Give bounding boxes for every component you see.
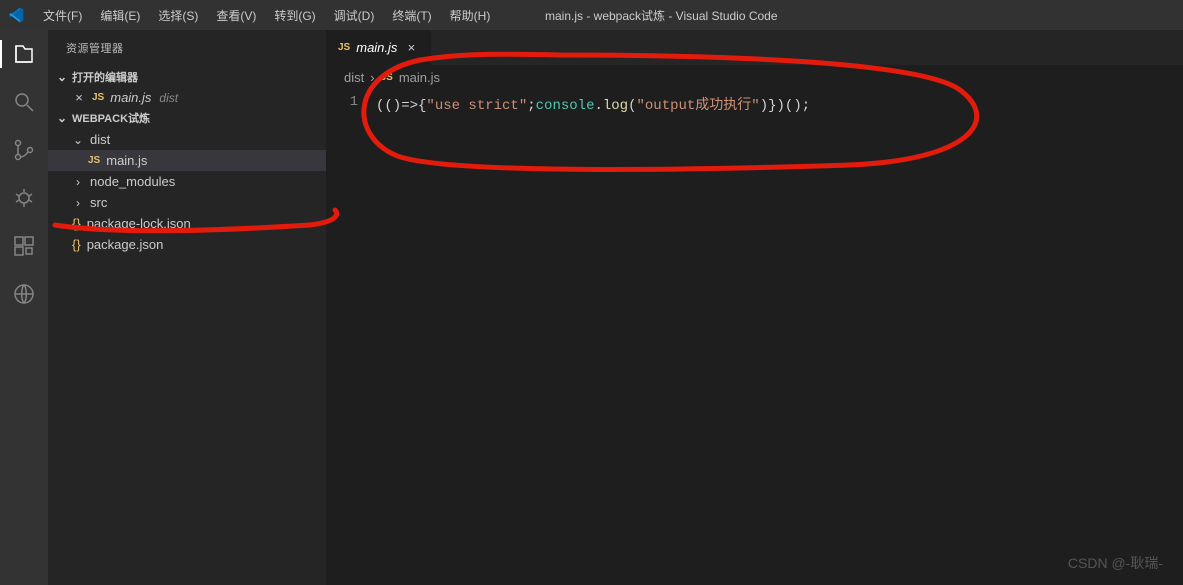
js-file-icon: JS — [381, 72, 393, 83]
extensions-icon[interactable] — [10, 232, 38, 260]
folder-name: dist — [90, 132, 110, 147]
editor-area: JS main.js × dist › JS main.js 1 (()=>{"… — [326, 30, 1183, 585]
breadcrumb[interactable]: dist › JS main.js — [326, 65, 1183, 90]
tab-main-js[interactable]: JS main.js × — [326, 30, 432, 65]
menu-edit[interactable]: 编辑(E) — [91, 3, 149, 28]
search-icon[interactable] — [10, 88, 38, 116]
titlebar: 文件(F) 编辑(E) 选择(S) 查看(V) 转到(G) 调试(D) 终端(T… — [0, 0, 1183, 30]
vscode-logo-icon — [8, 7, 24, 23]
menu-selection[interactable]: 选择(S) — [149, 3, 207, 28]
explorer-icon[interactable] — [0, 40, 38, 68]
workspace-label: WEBPACK试炼 — [72, 110, 150, 126]
js-file-icon: JS — [338, 42, 350, 53]
chevron-right-icon: › — [72, 175, 84, 189]
activity-bar — [0, 30, 48, 585]
open-editors-header[interactable]: ⌄ 打开的编辑器 — [48, 66, 326, 88]
sidebar: 资源管理器 ⌄ 打开的编辑器 × JS main.js dist ⌄ WEBPA… — [48, 30, 326, 585]
code-line[interactable]: (()=>{"use strict";console.log("output成功… — [376, 94, 810, 114]
open-editors-label: 打开的编辑器 — [72, 69, 138, 85]
tree-folder-src[interactable]: › src — [48, 192, 326, 213]
file-name: main.js — [106, 153, 147, 168]
close-icon[interactable]: × — [403, 40, 419, 56]
json-file-icon: {} — [72, 237, 81, 252]
open-editor-dir: dist — [159, 91, 178, 105]
remote-icon[interactable] — [10, 280, 38, 308]
folder-name: node_modules — [90, 174, 175, 189]
workspace-header[interactable]: ⌄ WEBPACK试炼 — [48, 107, 326, 129]
code-editor[interactable]: 1 (()=>{"use strict";console.log("output… — [326, 90, 1183, 114]
open-editor-name: main.js — [110, 90, 151, 105]
js-file-icon: JS — [92, 92, 104, 103]
chevron-right-icon: › — [72, 196, 84, 210]
source-control-icon[interactable] — [10, 136, 38, 164]
tree-file-package-lock[interactable]: {} package-lock.json — [48, 213, 326, 234]
chevron-down-icon: ⌄ — [72, 133, 84, 147]
line-number: 1 — [326, 94, 376, 114]
folder-name: src — [90, 195, 107, 210]
tab-label: main.js — [356, 40, 397, 55]
tree-folder-dist[interactable]: ⌄ dist — [48, 129, 326, 150]
json-file-icon: {} — [72, 216, 81, 231]
menu-debug[interactable]: 调试(D) — [325, 3, 384, 28]
menu-file[interactable]: 文件(F) — [34, 3, 91, 28]
window-title: main.js - webpack试炼 - Visual Studio Code — [545, 7, 778, 24]
menubar: 文件(F) 编辑(E) 选择(S) 查看(V) 转到(G) 调试(D) 终端(T… — [34, 3, 499, 28]
breadcrumb-segment[interactable]: main.js — [399, 70, 440, 85]
js-file-icon: JS — [88, 155, 100, 166]
close-icon[interactable]: × — [72, 90, 86, 105]
tree-file-main-js[interactable]: JS main.js — [48, 150, 326, 171]
chevron-right-icon: › — [370, 70, 374, 85]
chevron-down-icon: ⌄ — [56, 70, 68, 84]
menu-help[interactable]: 帮助(H) — [441, 3, 500, 28]
menu-go[interactable]: 转到(G) — [265, 3, 324, 28]
menu-view[interactable]: 查看(V) — [207, 3, 265, 28]
tree-folder-node-modules[interactable]: › node_modules — [48, 171, 326, 192]
tabs-row: JS main.js × — [326, 30, 1183, 65]
breadcrumb-segment[interactable]: dist — [344, 70, 364, 85]
file-name: package.json — [87, 237, 164, 252]
menu-terminal[interactable]: 终端(T) — [383, 3, 440, 28]
open-editor-item[interactable]: × JS main.js dist — [48, 88, 326, 107]
chevron-down-icon: ⌄ — [56, 111, 68, 125]
watermark: CSDN @-耿瑞- — [1068, 553, 1163, 573]
sidebar-title: 资源管理器 — [48, 30, 326, 66]
debug-icon[interactable] — [10, 184, 38, 212]
file-name: package-lock.json — [87, 216, 191, 231]
tree-file-package[interactable]: {} package.json — [48, 234, 326, 255]
